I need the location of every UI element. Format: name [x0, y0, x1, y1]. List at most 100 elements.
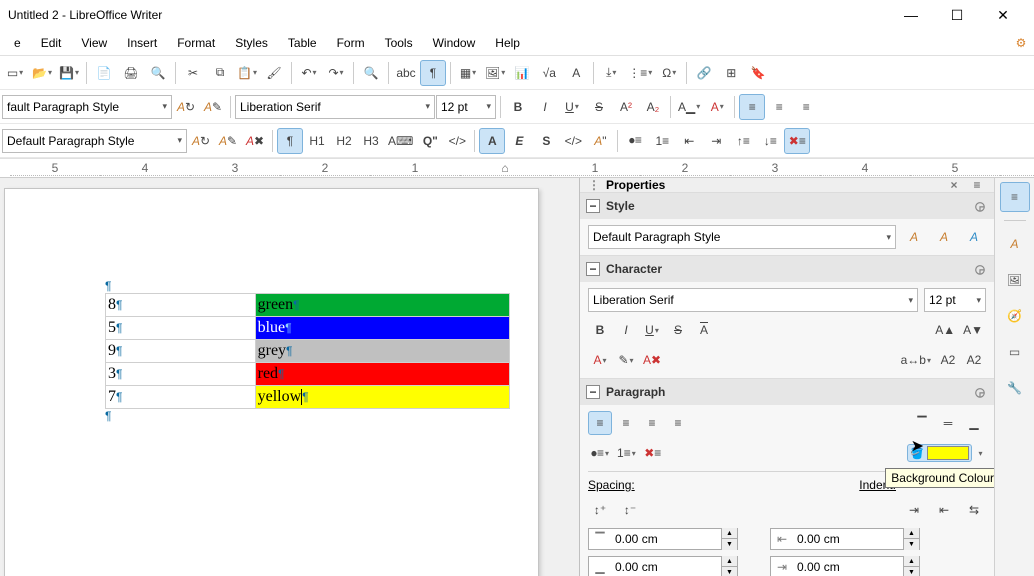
nolist-icon[interactable]: ✖≡: [641, 441, 665, 465]
valign-top-icon[interactable]: ▔: [910, 411, 934, 435]
inc-spacing-icon[interactable]: ↕⁺: [588, 498, 612, 522]
style-section-header[interactable]: − Style ◶: [580, 193, 994, 219]
spellcheck-button[interactable]: abc: [393, 60, 419, 86]
font-size-combo[interactable]: 12 pt▾: [436, 95, 496, 119]
menu-format[interactable]: Format: [167, 32, 225, 54]
code-button[interactable]: </>: [444, 128, 470, 154]
background-color-button[interactable]: 🪣: [907, 444, 972, 462]
spin-down[interactable]: ▼: [721, 567, 737, 576]
align-left-icon[interactable]: ≡: [588, 411, 612, 435]
document-viewport[interactable]: ¶ 8¶green¶5¶blue¶9¶grey¶3¶red¶7¶yellow¶ …: [0, 178, 579, 576]
clear-formatting-button[interactable]: A✖: [242, 128, 268, 154]
char-spacing-icon[interactable]: a↔b: [898, 348, 934, 372]
strike-button[interactable]: S: [586, 94, 612, 120]
menu-view[interactable]: View: [71, 32, 117, 54]
shrink-font-icon[interactable]: A▼: [960, 318, 986, 342]
subscript-button[interactable]: A₂: [640, 94, 666, 120]
table-cell-color[interactable]: green¶: [255, 294, 509, 317]
outdent-button[interactable]: ⇤: [676, 128, 702, 154]
menu-insert[interactable]: Insert: [117, 32, 167, 54]
bold-icon[interactable]: B: [588, 318, 612, 342]
table-row[interactable]: 7¶yellow¶: [106, 386, 510, 409]
table-cell-number[interactable]: 3¶: [106, 363, 256, 386]
menu-form[interactable]: Form: [327, 32, 375, 54]
cut-button[interactable]: ✂: [180, 60, 206, 86]
spin-down[interactable]: ▼: [721, 539, 737, 550]
page-break-button[interactable]: ⤓: [598, 60, 624, 86]
symbol-button[interactable]: Ω: [656, 60, 682, 86]
export-pdf-button[interactable]: 📄: [91, 60, 117, 86]
spacing-below-input[interactable]: ▁ 0.00 cm ▲▼: [588, 556, 738, 576]
formatting-marks-button[interactable]: ¶: [420, 60, 446, 86]
valign-bot-icon[interactable]: ▁: [962, 411, 986, 435]
menu-edit[interactable]: Edit: [31, 32, 72, 54]
new-style-button-2[interactable]: A✎: [215, 128, 241, 154]
hanging-indent-icon[interactable]: ⇆: [962, 498, 986, 522]
dec-spacing-icon[interactable]: ↕⁻: [618, 498, 642, 522]
field-button[interactable]: ⋮≡: [625, 60, 655, 86]
grip-icon[interactable]: ⋮: [588, 178, 600, 192]
settings-gear-icon[interactable]: ⚙: [1012, 34, 1030, 52]
table-cell-number[interactable]: 9¶: [106, 340, 256, 363]
char-a-button[interactable]: A: [479, 128, 505, 154]
font-name-combo[interactable]: Liberation Serif▾: [235, 95, 435, 119]
highlight-icon[interactable]: ✎: [614, 348, 638, 372]
redo-button[interactable]: ↷: [323, 60, 349, 86]
copy-button[interactable]: ⧉: [207, 60, 233, 86]
table-row[interactable]: 5¶blue¶: [106, 317, 510, 340]
moveup-button[interactable]: ↑≡: [730, 128, 756, 154]
paragraph-style-combo[interactable]: fault Paragraph Style▾: [2, 95, 172, 119]
footnote-button[interactable]: ⊞: [718, 60, 744, 86]
align-center-icon[interactable]: ≡: [614, 411, 638, 435]
bookmark-button[interactable]: 🔖: [745, 60, 771, 86]
insert-table-button[interactable]: ▦: [455, 60, 481, 86]
h1-button[interactable]: H1: [304, 128, 330, 154]
horizontal-ruler[interactable]: 54321⌂123456: [0, 158, 1034, 178]
spin-up[interactable]: ▲: [721, 556, 737, 567]
panel-close-button[interactable]: ×: [946, 178, 962, 192]
table-cell-number[interactable]: 7¶: [106, 386, 256, 409]
collapse-icon[interactable]: −: [586, 199, 600, 213]
print-button[interactable]: 🖨: [118, 60, 144, 86]
sidebar-size-combo[interactable]: 12 pt▾: [924, 288, 986, 312]
align-justify-icon[interactable]: ≡: [666, 411, 690, 435]
indent-button[interactable]: ⇥: [703, 128, 729, 154]
table-cell-number[interactable]: 5¶: [106, 317, 256, 340]
maximize-button[interactable]: ☐: [934, 0, 980, 30]
sidebar-style-combo[interactable]: Default Paragraph Style▾: [588, 225, 896, 249]
new-style-button[interactable]: A✎: [200, 94, 226, 120]
menu-table[interactable]: Table: [278, 32, 327, 54]
insert-chart-button[interactable]: 📊: [509, 60, 535, 86]
undo-button[interactable]: ↶: [296, 60, 322, 86]
paste-button[interactable]: 📋: [234, 60, 260, 86]
indent-right-input[interactable]: ⇥ 0.00 cm ▲▼: [770, 556, 920, 576]
underline-button[interactable]: U: [559, 94, 585, 120]
tab-navigator[interactable]: 🧭: [1000, 301, 1030, 331]
new-style-icon[interactable]: A: [932, 225, 956, 249]
superscript-icon[interactable]: A2: [936, 348, 960, 372]
superscript-button[interactable]: A²: [613, 94, 639, 120]
more-icon[interactable]: ◶: [972, 384, 988, 400]
find-button[interactable]: 🔍: [358, 60, 384, 86]
menu-help[interactable]: Help: [485, 32, 530, 54]
document-table[interactable]: 8¶green¶5¶blue¶9¶grey¶3¶red¶7¶yellow¶: [105, 293, 510, 409]
menu-tools[interactable]: Tools: [375, 32, 423, 54]
dec-indent-icon[interactable]: ⇤: [932, 498, 956, 522]
table-cell-color[interactable]: red¶: [255, 363, 509, 386]
panel-menu-button[interactable]: ≡: [968, 178, 986, 192]
save-button[interactable]: 💾: [56, 60, 82, 86]
spin-down[interactable]: ▼: [903, 539, 919, 550]
clear-icon[interactable]: A✖: [640, 348, 664, 372]
font-color-button[interactable]: A: [704, 94, 730, 120]
spin-down[interactable]: ▼: [903, 567, 919, 576]
update-style-button-2[interactable]: A↻: [188, 128, 214, 154]
spin-up[interactable]: ▲: [903, 556, 919, 567]
highlight-color-button[interactable]: A▁: [675, 94, 703, 120]
paragraph-section-header[interactable]: − Paragraph ◶: [580, 379, 994, 405]
collapse-icon[interactable]: −: [586, 262, 600, 276]
menu-styles[interactable]: Styles: [225, 32, 278, 54]
background-color-dropdown[interactable]: [974, 441, 986, 465]
overline-icon[interactable]: A: [692, 318, 716, 342]
align-left-button[interactable]: ≡: [739, 94, 765, 120]
s-button[interactable]: S: [533, 128, 559, 154]
